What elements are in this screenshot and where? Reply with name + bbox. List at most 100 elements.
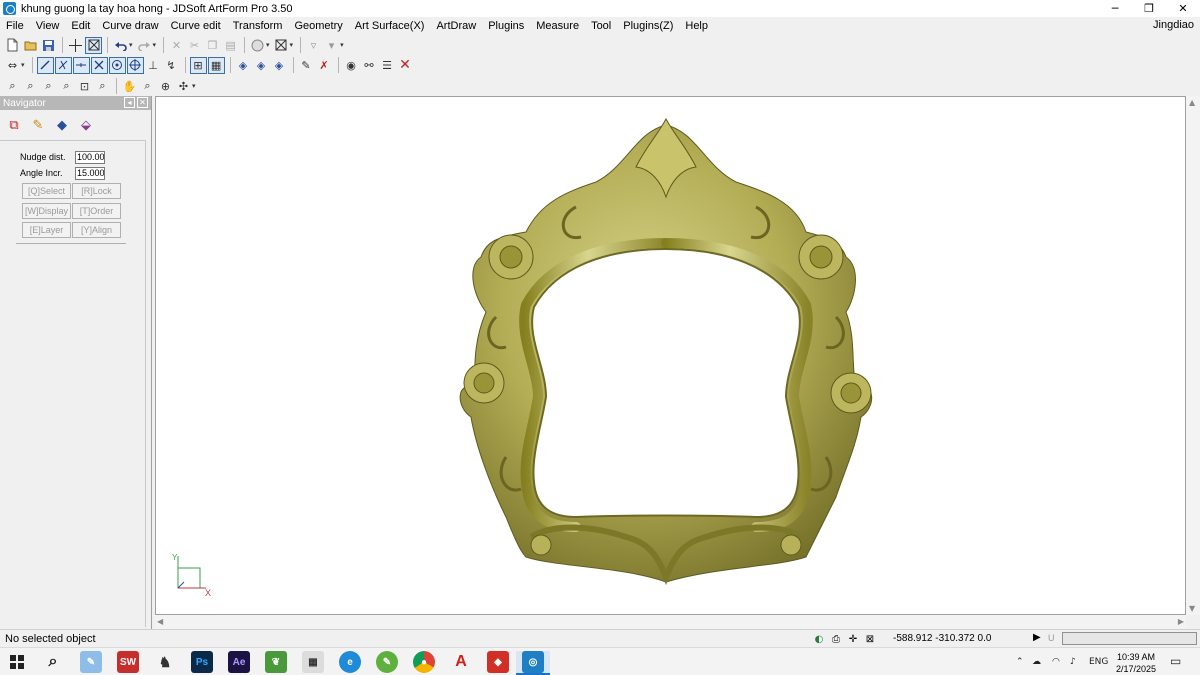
vertical-scrollbar[interactable]: ▲ ▼: [1186, 96, 1200, 615]
zoom-extents-icon[interactable]: ⊡: [76, 78, 93, 95]
snap-center-icon[interactable]: [108, 56, 126, 74]
angle-input[interactable]: 15.000: [75, 166, 105, 180]
edge-icon[interactable]: e: [339, 651, 361, 673]
snap-arrows-icon[interactable]: ⇔: [4, 57, 21, 74]
menu-measure[interactable]: Measure: [530, 20, 585, 32]
print-icon[interactable]: ⎙: [829, 632, 843, 646]
horizontal-scrollbar[interactable]: ◀ ▶: [155, 615, 1186, 629]
box-toggle-icon[interactable]: ⊠: [863, 632, 877, 646]
play-icon[interactable]: ▶: [1033, 632, 1041, 643]
snap-intersect-icon[interactable]: [90, 56, 108, 74]
rotate-3d-icon[interactable]: ✣: [175, 78, 192, 95]
calculator-icon[interactable]: ▦: [302, 651, 324, 673]
figure-icon[interactable]: ♞: [154, 651, 176, 673]
tray-network-alt-icon[interactable]: ☁: [1032, 657, 1041, 667]
sphere-dropdown-icon[interactable]: ▾: [266, 41, 270, 49]
after-effects-icon[interactable]: Ae: [228, 651, 250, 673]
3d-viewport[interactable]: [155, 96, 1186, 615]
rotate-view-icon[interactable]: ⊕: [157, 78, 174, 95]
zoom-in-icon[interactable]: ⌕: [40, 78, 57, 95]
language-indicator[interactable]: ENG: [1089, 657, 1108, 667]
snap-perp-icon[interactable]: [72, 56, 90, 74]
undo-dropdown-icon[interactable]: ▾: [129, 41, 133, 49]
display-button[interactable]: [W]Display: [22, 203, 71, 219]
paint-icon[interactable]: ✎: [80, 651, 102, 673]
grid-toggle-icon[interactable]: ▦: [207, 56, 225, 74]
menu-tool[interactable]: Tool: [585, 20, 617, 32]
snap-tangent-icon[interactable]: ↯: [163, 57, 180, 74]
pen-icon[interactable]: ✎: [376, 651, 398, 673]
select-box-icon[interactable]: [85, 36, 102, 54]
photoshop-icon[interactable]: Ps: [191, 651, 213, 673]
node-edit-icon[interactable]: ✎: [298, 57, 315, 74]
measure-tool-icon[interactable]: ⚯: [361, 57, 378, 74]
zoom-prev-icon[interactable]: ⌕: [58, 78, 75, 95]
menu-geometry[interactable]: Geometry: [288, 20, 348, 32]
delete-red-icon[interactable]: ✕: [397, 57, 414, 74]
pan-hand-icon[interactable]: ✋: [121, 78, 138, 95]
align-button[interactable]: [Y]Align: [72, 222, 121, 238]
menu-plugins[interactable]: Plugins: [482, 20, 530, 32]
layer-button[interactable]: [E]Layer: [22, 222, 71, 238]
zoom-selected-icon[interactable]: ⌕: [94, 78, 111, 95]
scroll-left-icon[interactable]: ◀: [157, 617, 163, 626]
search-icon[interactable]: ⌕: [42, 651, 64, 673]
zoom-dynamic-icon[interactable]: ⌕: [139, 78, 156, 95]
copy-icon[interactable]: ❐: [204, 37, 221, 54]
order-button[interactable]: [T]Order: [72, 203, 121, 219]
list-tool-icon[interactable]: ☰: [379, 57, 396, 74]
artform-app-icon[interactable]: [3, 2, 16, 15]
acrobat-icon[interactable]: A: [450, 651, 472, 673]
sketchup-icon[interactable]: ◆: [487, 651, 509, 673]
open-file-icon[interactable]: [22, 37, 39, 54]
nudge-input[interactable]: 100.000: [75, 150, 105, 164]
node-delete-icon[interactable]: ✗: [316, 57, 333, 74]
start-icon[interactable]: [6, 651, 28, 673]
solidworks-icon[interactable]: SW: [117, 651, 139, 673]
sphere-icon[interactable]: [249, 37, 266, 54]
crosshair-icon[interactable]: [67, 37, 84, 54]
surface-render-1-icon[interactable]: ◈: [235, 57, 252, 74]
surface-render-2-icon[interactable]: ◈: [253, 57, 270, 74]
snap-quadrant-icon[interactable]: [126, 56, 144, 74]
menu-artdraw[interactable]: ArtDraw: [430, 20, 482, 32]
paste-icon[interactable]: ▤: [222, 37, 239, 54]
snap-dropdown-icon[interactable]: ▾: [21, 61, 25, 69]
lock-button[interactable]: [R]Lock: [72, 183, 121, 199]
surface-render-3-icon[interactable]: ◈: [271, 57, 288, 74]
cut-icon[interactable]: ✕: [168, 37, 185, 54]
restore-button[interactable]: ❐: [1132, 0, 1166, 17]
menu-plugins-z[interactable]: Plugins(Z): [617, 20, 679, 32]
menu-file[interactable]: File: [0, 20, 30, 32]
snap-line-icon[interactable]: [36, 56, 54, 74]
scissors-icon[interactable]: ✂: [186, 37, 203, 54]
chrome-icon[interactable]: ●: [413, 651, 435, 673]
tab-layer-icon[interactable]: ◆: [53, 116, 71, 134]
box-dropdown-icon[interactable]: ▾: [290, 41, 294, 49]
menu-view[interactable]: View: [30, 20, 66, 32]
menu-curve-edit[interactable]: Curve edit: [165, 20, 227, 32]
shade-solid-icon[interactable]: ▾: [323, 37, 340, 54]
new-file-icon[interactable]: [4, 37, 21, 54]
menu-help[interactable]: Help: [679, 20, 714, 32]
shade-icon[interactable]: ▿: [305, 37, 322, 54]
zoom-window-icon[interactable]: ⌕: [4, 78, 21, 95]
leaf-icon[interactable]: ❦: [265, 651, 287, 673]
redo-dropdown-icon[interactable]: ▾: [153, 41, 157, 49]
notification-icon[interactable]: ▭: [1170, 654, 1181, 668]
artform-icon[interactable]: ◎: [522, 651, 544, 673]
tab-pencil-icon[interactable]: ✎: [29, 116, 47, 134]
scroll-down-icon[interactable]: ▼: [1189, 604, 1195, 613]
view-dropdown-icon[interactable]: ▾: [192, 82, 196, 90]
menu-transform[interactable]: Transform: [227, 20, 289, 32]
snap-foot-icon[interactable]: ⊥: [145, 57, 162, 74]
select-button[interactable]: [Q]Select: [22, 183, 71, 199]
box-view-icon[interactable]: [273, 37, 290, 54]
pin-icon[interactable]: ◂: [124, 97, 135, 108]
close-button[interactable]: ✕: [1166, 0, 1200, 17]
volume-icon[interactable]: ♪: [1070, 657, 1076, 667]
redo-icon[interactable]: [136, 37, 153, 54]
scroll-right-icon[interactable]: ▶: [1178, 617, 1184, 626]
tab-object-icon[interactable]: ⬙: [77, 116, 95, 134]
scroll-up-icon[interactable]: ▲: [1189, 98, 1195, 107]
